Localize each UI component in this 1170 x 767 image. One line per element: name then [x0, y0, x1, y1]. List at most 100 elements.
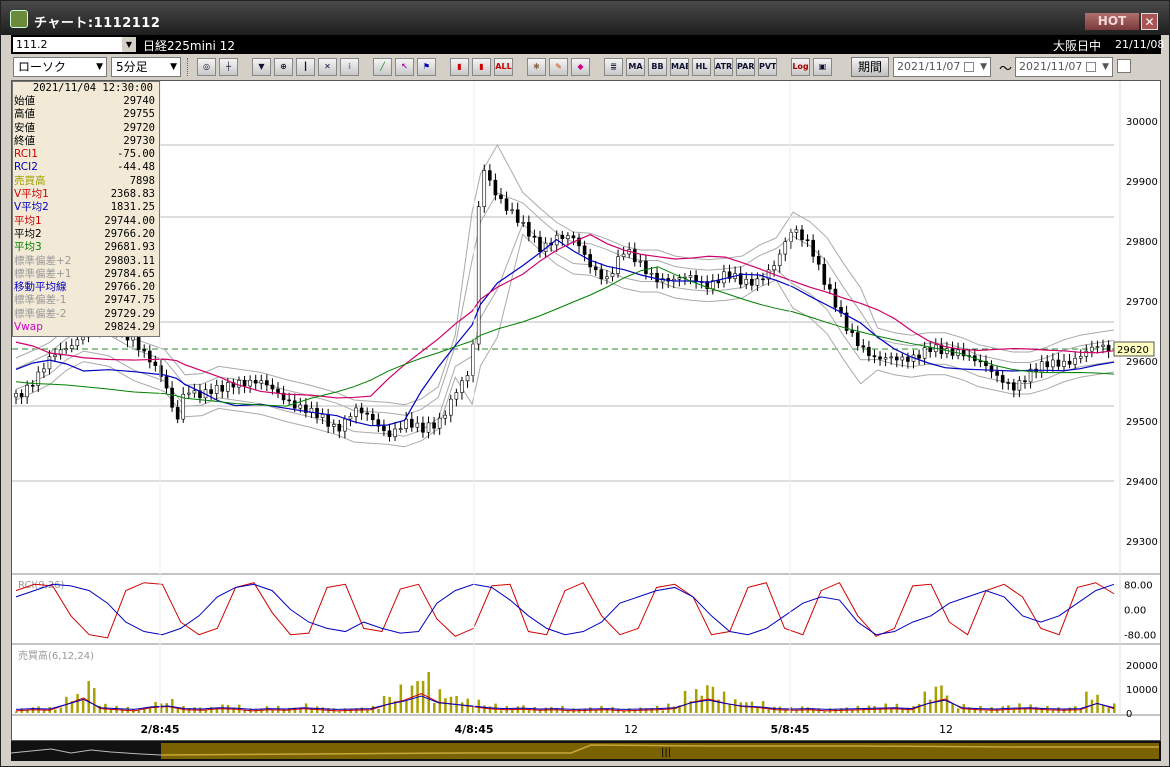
rci-tick-label: -80.00	[1124, 631, 1156, 642]
search-button[interactable]: ◎	[197, 58, 216, 76]
time-scrollbar[interactable]: |||	[10, 741, 1161, 761]
info-value: 1831.25	[110, 201, 155, 214]
bull-candle	[1017, 380, 1022, 391]
flag-icon: ⚑	[422, 62, 431, 71]
info-row: 平均2 29766.20	[13, 228, 159, 241]
bear-candle	[861, 345, 866, 348]
bear-candle	[850, 330, 854, 333]
range-checkbox[interactable]	[1117, 59, 1131, 73]
log-button[interactable]: Log	[791, 58, 810, 76]
to-date-picker[interactable]: 2021/11/07 ▼	[1015, 57, 1113, 77]
stddev-band	[15, 233, 1115, 448]
candle-button[interactable]: ▮	[450, 58, 469, 76]
chart-svg[interactable]: 30000 29900 29800 29700 29600 29500 29400 29300…	[12, 81, 1160, 740]
to-date-value: 2021/11/07	[1019, 60, 1083, 73]
ma-blue-line	[15, 238, 1115, 427]
crosshair-icon: ┼	[226, 62, 231, 71]
info-label: 移動平均線	[14, 281, 67, 294]
color-button[interactable]: ◆	[571, 58, 590, 76]
line-tool-button[interactable]: ╱	[373, 58, 392, 76]
atr-button[interactable]: ATR	[714, 58, 733, 76]
volume-bar	[171, 698, 174, 713]
scroll-grip-icon[interactable]: |||	[661, 747, 671, 758]
bear-candle	[136, 336, 141, 350]
candle-alt-button[interactable]: ▮	[472, 58, 491, 76]
volume-bar	[499, 710, 503, 713]
bear-candle	[220, 385, 225, 392]
volume-bar	[271, 709, 274, 713]
chart-area[interactable]: 30000 29900 29800 29700 29600 29500 29400 29300…	[11, 80, 1161, 741]
bull-candle	[649, 272, 654, 275]
pvt-button[interactable]: PVT	[758, 58, 777, 76]
volume-bar	[449, 696, 453, 713]
info-row: 平均3 29681.93	[13, 241, 159, 254]
volume-bar	[81, 698, 85, 713]
from-date-picker[interactable]: 2021/11/07 ▼	[893, 57, 991, 77]
bear-candle	[1067, 360, 1072, 365]
bars-icon: ┃	[303, 62, 308, 71]
bear-candle	[811, 239, 815, 257]
par-button[interactable]: PAR	[736, 58, 755, 76]
bear-candle	[242, 379, 247, 387]
bull-candle	[794, 229, 799, 233]
bull-candle	[482, 170, 487, 207]
bull-candle	[783, 241, 788, 255]
crosshair-button[interactable]: ┼	[219, 58, 238, 76]
volume-bar	[388, 696, 391, 713]
zoom-button[interactable]: ⊕	[274, 58, 293, 76]
mae-button[interactable]: MAE	[670, 58, 689, 76]
list-button[interactable]: ≣	[604, 58, 623, 76]
title-bar[interactable]: チャート:1112112 HOT ✕	[1, 1, 1169, 35]
info-value: 29784.65	[104, 267, 155, 280]
time-axis-label: 2/8:45	[140, 723, 179, 736]
volume-bar	[93, 688, 96, 713]
bull-candle	[42, 368, 46, 373]
bull-candle	[298, 404, 303, 409]
flag-tool-button[interactable]: ⚑	[417, 58, 436, 76]
bear-candle	[593, 266, 598, 271]
hot-button[interactable]: HOT	[1085, 13, 1139, 30]
info-row: 終値 29730	[13, 135, 159, 148]
info-label: 標準偏差+2	[14, 254, 72, 267]
volume-bar	[929, 699, 932, 713]
info-button[interactable]: i	[340, 58, 359, 76]
hl-button[interactable]: HL	[692, 58, 711, 76]
all-button[interactable]: ALL	[494, 58, 513, 76]
info-label: RCI1	[14, 148, 38, 161]
bull-candle	[443, 414, 448, 419]
bull-candle	[320, 414, 325, 418]
interval-select[interactable]: 5分足 ▼	[111, 57, 181, 77]
info-icon: i	[348, 62, 351, 71]
gear-icon: ✱	[533, 62, 540, 71]
volume-bar	[382, 695, 386, 713]
settings-button[interactable]: ✱	[527, 58, 546, 76]
arrow-tool-button[interactable]: ↖	[395, 58, 414, 76]
volume-bar	[995, 708, 999, 713]
candle-icon: ▮	[457, 62, 462, 71]
time-axis-label: 5/8:45	[770, 723, 809, 736]
chart-type-select[interactable]: ローソク ▼	[13, 57, 107, 77]
bars-button[interactable]: ┃	[296, 58, 315, 76]
period-button[interactable]: 期間	[851, 57, 889, 77]
bull-candle	[64, 348, 68, 351]
scroll-down-button[interactable]: ▼	[252, 58, 271, 76]
fx-button[interactable]: ✕	[318, 58, 337, 76]
bull-candle	[722, 271, 726, 284]
close-button[interactable]: ✕	[1141, 13, 1158, 30]
chevron-down-icon[interactable]: ▼	[122, 37, 136, 52]
bear-candle	[499, 194, 503, 200]
brush-button[interactable]: ✎	[549, 58, 568, 76]
bull-candle	[883, 357, 888, 360]
bear-candle	[800, 229, 804, 241]
info-value: 29766.20	[104, 281, 155, 294]
ma-button[interactable]: MA	[626, 58, 645, 76]
bb-button[interactable]: BB	[648, 58, 667, 76]
bull-candle	[398, 428, 403, 430]
info-value: 29729.29	[104, 307, 155, 320]
symbol-select[interactable]: 111.2 ▼	[13, 37, 136, 52]
bear-candle	[599, 269, 604, 280]
info-value: 29740	[123, 95, 155, 107]
save-button[interactable]: ▣	[813, 58, 832, 76]
bear-candle	[1106, 344, 1111, 352]
volume-bar	[661, 710, 665, 713]
